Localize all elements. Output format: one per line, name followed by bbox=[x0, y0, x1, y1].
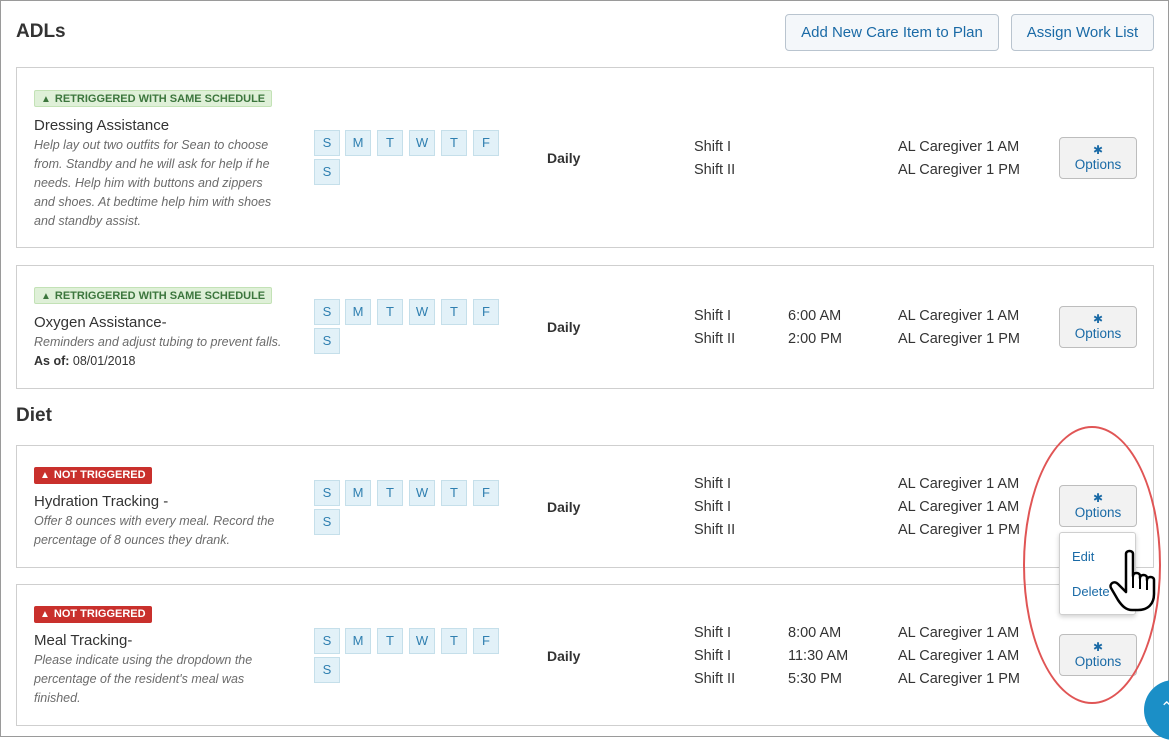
frequency: Daily bbox=[547, 150, 581, 166]
day-monday[interactable]: M bbox=[345, 480, 371, 506]
day-saturday[interactable]: S bbox=[314, 328, 340, 354]
time-label: 8:00 AM bbox=[788, 625, 842, 641]
section-title-adls: ADLs bbox=[16, 21, 66, 42]
caregiver-label: AL Caregiver 1 AM bbox=[898, 308, 1020, 324]
day-thursday[interactable]: T bbox=[441, 628, 467, 654]
chevron-icon: ⌃ bbox=[1160, 700, 1169, 717]
caregiver-label: AL Caregiver 1 AM bbox=[898, 476, 1020, 492]
day-friday[interactable]: F bbox=[473, 130, 499, 156]
day-tuesday[interactable]: T bbox=[377, 628, 403, 654]
care-item-description: Offer 8 ounces with every meal. Record t… bbox=[34, 514, 275, 547]
day-saturday[interactable]: S bbox=[314, 657, 340, 683]
time-label: 5:30 PM bbox=[788, 671, 842, 687]
status-badge: ▲ RETRIGGERED WITH SAME SCHEDULE bbox=[34, 287, 273, 304]
care-item-card: ▲ RETRIGGERED WITH SAME SCHEDULE Dressing… bbox=[16, 67, 1154, 248]
day-sunday[interactable]: S bbox=[314, 480, 340, 506]
gear-icon: ✱ bbox=[1092, 312, 1104, 326]
status-badge: ▲ RETRIGGERED WITH SAME SCHEDULE bbox=[34, 90, 273, 107]
day-tuesday[interactable]: T bbox=[377, 130, 403, 156]
day-friday[interactable]: F bbox=[473, 299, 499, 325]
caregiver-label: AL Caregiver 1 AM bbox=[898, 499, 1020, 515]
options-button[interactable]: ✱ Options bbox=[1059, 137, 1137, 179]
day-friday[interactable]: F bbox=[473, 480, 499, 506]
care-item-description: Help lay out two outfits for Sean to cho… bbox=[34, 138, 272, 228]
caregiver-label: AL Caregiver 1 PM bbox=[898, 671, 1020, 687]
caregiver-label: AL Caregiver 1 AM bbox=[898, 648, 1020, 664]
care-item-card: ▲ NOT TRIGGERED Hydration Tracking - Offe… bbox=[16, 445, 1154, 568]
day-sunday[interactable]: S bbox=[314, 130, 340, 156]
caregiver-label: AL Caregiver 1 AM bbox=[898, 625, 1020, 641]
care-item-title: Meal Tracking- bbox=[34, 632, 133, 649]
shift-label: Shift I bbox=[694, 308, 732, 324]
day-sunday[interactable]: S bbox=[314, 628, 340, 654]
frequency: Daily bbox=[547, 648, 581, 664]
day-sunday[interactable]: S bbox=[314, 299, 340, 325]
assign-work-list-button[interactable]: Assign Work List bbox=[1011, 14, 1154, 51]
care-item-card: ▲ NOT TRIGGERED Meal Tracking- Please ind… bbox=[16, 584, 1154, 726]
shift-label: Shift I bbox=[694, 476, 732, 492]
warning-icon: ▲ bbox=[41, 94, 51, 105]
day-saturday[interactable]: S bbox=[314, 159, 340, 185]
add-new-care-item-button[interactable]: Add New Care Item to Plan bbox=[785, 14, 999, 51]
caregiver-label: AL Caregiver 1 PM bbox=[898, 522, 1020, 538]
shift-label: Shift I bbox=[694, 625, 732, 641]
care-item-description: Please indicate using the dropdown the p… bbox=[34, 653, 253, 705]
shift-label: Shift II bbox=[694, 331, 736, 347]
frequency: Daily bbox=[547, 499, 581, 515]
warning-icon: ▲ bbox=[40, 470, 50, 481]
day-wednesday[interactable]: W bbox=[409, 130, 435, 156]
as-of-date: As of: 08/01/2018 bbox=[34, 354, 136, 368]
care-item-title: Dressing Assistance bbox=[34, 117, 170, 134]
shift-label: Shift I bbox=[694, 648, 732, 664]
warning-icon: ▲ bbox=[41, 291, 51, 302]
shift-label: Shift I bbox=[694, 499, 732, 515]
care-item-title: Hydration Tracking - bbox=[34, 493, 169, 510]
shift-label: Shift II bbox=[694, 671, 736, 687]
day-monday[interactable]: M bbox=[345, 299, 371, 325]
warning-icon: ▲ bbox=[40, 609, 50, 620]
day-thursday[interactable]: T bbox=[441, 130, 467, 156]
shift-label: Shift I bbox=[694, 139, 732, 155]
care-item-card: ▲ RETRIGGERED WITH SAME SCHEDULE Oxygen A… bbox=[16, 265, 1154, 389]
section-title-diet: Diet bbox=[16, 405, 52, 426]
status-badge: ▲ NOT TRIGGERED bbox=[34, 606, 152, 623]
day-monday[interactable]: M bbox=[345, 130, 371, 156]
gear-icon: ✱ bbox=[1092, 143, 1104, 157]
day-wednesday[interactable]: W bbox=[409, 299, 435, 325]
caregiver-label: AL Caregiver 1 PM bbox=[898, 331, 1020, 347]
care-item-title: Oxygen Assistance- bbox=[34, 314, 167, 331]
day-wednesday[interactable]: W bbox=[409, 480, 435, 506]
time-label: 11:30 AM bbox=[788, 648, 849, 664]
day-friday[interactable]: F bbox=[473, 628, 499, 654]
day-tuesday[interactable]: T bbox=[377, 480, 403, 506]
options-button[interactable]: ✱ Options bbox=[1059, 306, 1137, 348]
caregiver-label: AL Caregiver 1 PM bbox=[898, 162, 1020, 178]
care-item-description: Reminders and adjust tubing to prevent f… bbox=[34, 335, 282, 349]
shift-label: Shift II bbox=[694, 162, 736, 178]
status-badge: ▲ NOT TRIGGERED bbox=[34, 467, 152, 484]
shift-label: Shift II bbox=[694, 522, 736, 538]
day-saturday[interactable]: S bbox=[314, 509, 340, 535]
day-monday[interactable]: M bbox=[345, 628, 371, 654]
time-label: 2:00 PM bbox=[788, 331, 842, 347]
caregiver-label: AL Caregiver 1 AM bbox=[898, 139, 1020, 155]
day-thursday[interactable]: T bbox=[441, 299, 467, 325]
frequency: Daily bbox=[547, 319, 581, 335]
day-tuesday[interactable]: T bbox=[377, 299, 403, 325]
time-label: 6:00 AM bbox=[788, 308, 842, 324]
day-wednesday[interactable]: W bbox=[409, 628, 435, 654]
hand-pointer-icon bbox=[1109, 549, 1156, 612]
day-thursday[interactable]: T bbox=[441, 480, 467, 506]
